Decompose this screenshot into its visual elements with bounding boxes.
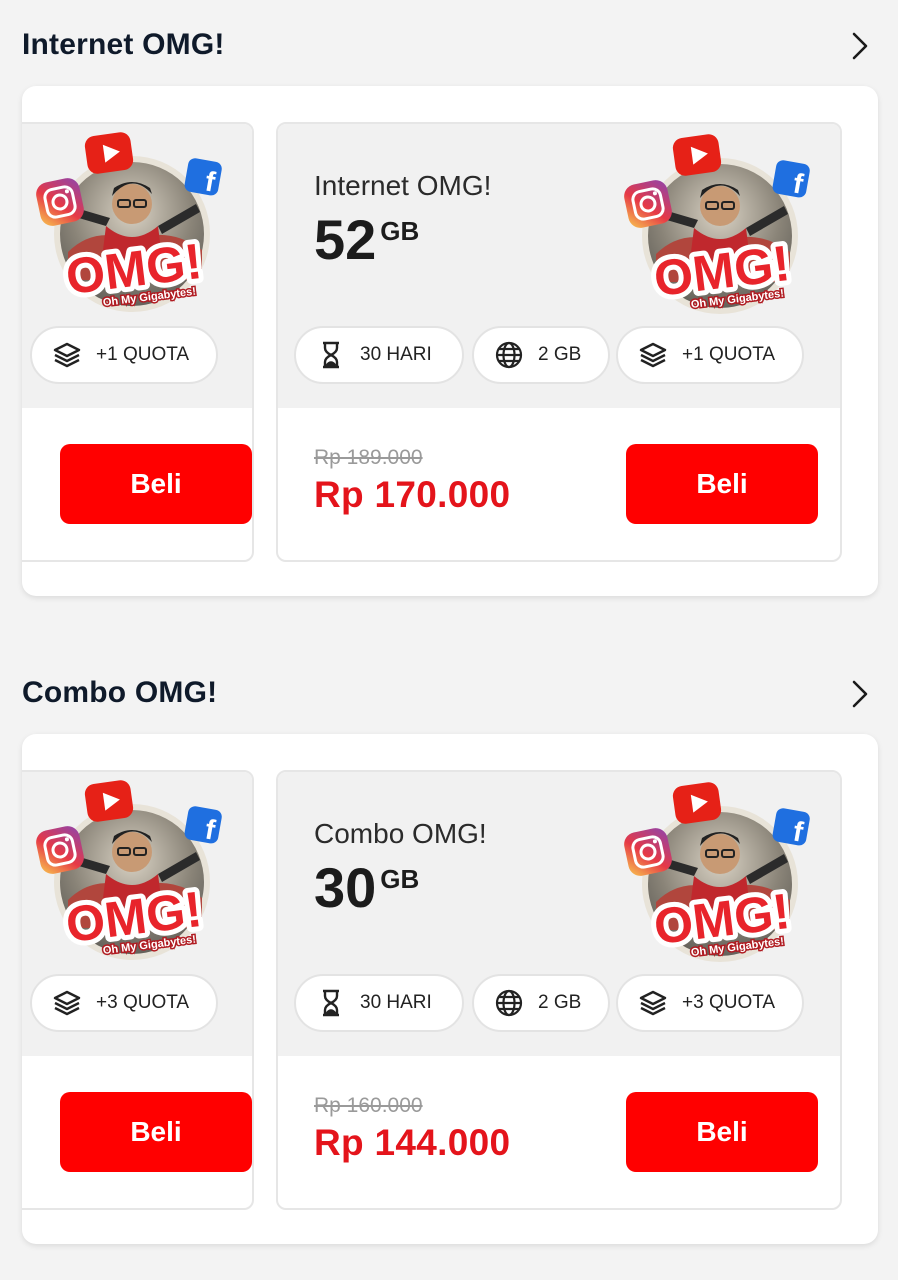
layers-icon bbox=[53, 342, 81, 368]
chip-label: 30 HARI bbox=[360, 992, 432, 1013]
omg-promo-image bbox=[622, 780, 812, 964]
omg-promo-image bbox=[34, 778, 224, 962]
quota-chip: +1 QUOTA bbox=[616, 326, 804, 384]
quota-value: 30 bbox=[314, 856, 377, 919]
original-price: Rp 189.000 bbox=[314, 446, 423, 469]
chip-label: 30 HARI bbox=[360, 344, 432, 365]
globe-icon bbox=[495, 989, 523, 1017]
data-chip: 2 GB bbox=[472, 326, 610, 384]
card-header-area: +3 QUOTA bbox=[22, 772, 252, 1056]
chip-label: +1 QUOTA bbox=[96, 344, 190, 365]
omg-promo-image bbox=[34, 130, 224, 314]
product-card-partial[interactable]: +1 QUOTA Beli bbox=[22, 122, 254, 562]
section-title: Combo OMG! bbox=[22, 676, 218, 709]
quota-value: 52 bbox=[314, 208, 377, 271]
layers-icon bbox=[639, 342, 667, 368]
layers-icon bbox=[53, 990, 81, 1016]
duration-chip: 30 HARI bbox=[294, 326, 464, 384]
product-name: Combo OMG! bbox=[314, 818, 487, 849]
hourglass-icon bbox=[321, 989, 341, 1017]
section-header: Combo OMG! bbox=[22, 674, 878, 714]
chevron-right-icon[interactable] bbox=[844, 28, 874, 64]
section-title: Internet OMG! bbox=[22, 28, 225, 61]
product-card[interactable]: Internet OMG! 52 GB 30 HARI 2 GB +1 QUOT… bbox=[276, 122, 842, 562]
sale-price: Rp 170.000 bbox=[314, 474, 511, 515]
quota-chip: +3 QUOTA bbox=[616, 974, 804, 1032]
product-card[interactable]: Combo OMG! 30 GB 30 HARI 2 GB +3 QUOTA R… bbox=[276, 770, 842, 1210]
buy-button[interactable]: Beli bbox=[60, 1092, 252, 1172]
product-carousel[interactable]: +1 QUOTA Beli Internet OMG! 52 GB 30 HAR… bbox=[22, 86, 878, 596]
sale-price: Rp 144.000 bbox=[314, 1122, 511, 1163]
layers-icon bbox=[639, 990, 667, 1016]
quota-unit: GB bbox=[380, 864, 420, 894]
original-price: Rp 160.000 bbox=[314, 1094, 423, 1117]
quota-chip: +3 QUOTA bbox=[30, 974, 218, 1032]
product-quota: 52 GB bbox=[314, 210, 419, 270]
card-header-area: Internet OMG! 52 GB 30 HARI 2 GB +1 QUOT… bbox=[278, 124, 840, 408]
buy-button[interactable]: Beli bbox=[626, 1092, 818, 1172]
buy-button[interactable]: Beli bbox=[626, 444, 818, 524]
omg-promo-image bbox=[622, 132, 812, 316]
duration-chip: 30 HARI bbox=[294, 974, 464, 1032]
buy-button[interactable]: Beli bbox=[60, 444, 252, 524]
chip-label: 2 GB bbox=[538, 344, 582, 365]
chip-label: +1 QUOTA bbox=[682, 344, 776, 365]
product-quota: 30 GB bbox=[314, 858, 419, 918]
product-name: Internet OMG! bbox=[314, 170, 492, 201]
section-header: Internet OMG! bbox=[22, 26, 878, 66]
hourglass-icon bbox=[321, 341, 341, 369]
card-header-area: Combo OMG! 30 GB 30 HARI 2 GB +3 QUOTA bbox=[278, 772, 840, 1056]
chip-label: 2 GB bbox=[538, 992, 582, 1013]
globe-icon bbox=[495, 341, 523, 369]
card-header-area: +1 QUOTA bbox=[22, 124, 252, 408]
chip-label: +3 QUOTA bbox=[96, 992, 190, 1013]
quota-unit: GB bbox=[380, 216, 420, 246]
chip-label: +3 QUOTA bbox=[682, 992, 776, 1013]
data-chip: 2 GB bbox=[472, 974, 610, 1032]
product-card-partial[interactable]: +3 QUOTA Beli bbox=[22, 770, 254, 1210]
quota-chip: +1 QUOTA bbox=[30, 326, 218, 384]
chevron-right-icon[interactable] bbox=[844, 676, 874, 712]
product-carousel[interactable]: +3 QUOTA Beli Combo OMG! 30 GB 30 HARI 2… bbox=[22, 734, 878, 1244]
